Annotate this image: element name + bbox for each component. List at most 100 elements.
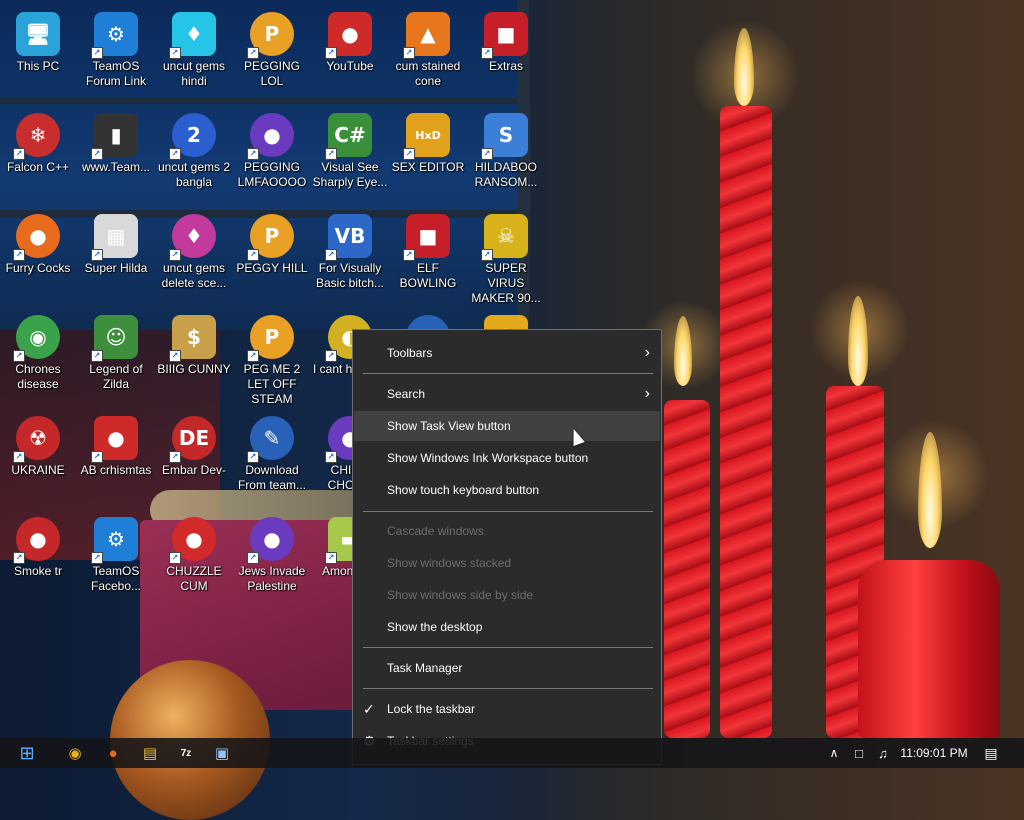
shortcut-arrow-icon: ↗ (325, 552, 337, 564)
candle-pillar (858, 560, 1000, 738)
desktop-icon[interactable]: P ↗ PEG ME 2 LET OFF STEAM (234, 309, 310, 409)
app-glyph-icon: ▮ (110, 123, 122, 147)
desktop-icon[interactable]: ▲ ↗ cum stained cone (390, 6, 466, 106)
desktop-icon[interactable]: ☺ ↗ Legend of Zilda (78, 309, 154, 409)
menu-item-label: Cascade windows (387, 524, 484, 538)
shortcut-app-icon: ●↗ (325, 12, 372, 59)
taskbar-firefox-button[interactable]: ● (98, 738, 128, 768)
menu-item-show-desktop[interactable]: Show the desktop (354, 612, 660, 642)
shortcut-arrow-icon: ↗ (325, 350, 337, 362)
start-button[interactable]: ⊞ (10, 738, 44, 768)
desktop-icon[interactable]: ● ↗ PEGGING LMFAOOOO (234, 107, 310, 207)
desktop-icon[interactable]: HxD ↗ SEX EDITOR (390, 107, 466, 207)
desktop-icon[interactable]: P ↗ PEGGY HILL (234, 208, 310, 308)
shortcut-arrow-icon: ↗ (403, 148, 415, 160)
desktop-icon-label: uncut gems delete sce... (161, 261, 227, 290)
menu-item-show-touch-keyboard[interactable]: Show touch keyboard button (354, 475, 660, 505)
shortcut-app-icon: ●↗ (247, 517, 294, 564)
menu-item-lock-taskbar[interactable]: ✓ Lock the taskbar (354, 694, 660, 724)
app-glyph-icon: ⚙ (107, 527, 125, 551)
app-glyph-icon: P (264, 224, 280, 248)
desktop-icon[interactable]: ☢ ↗ UKRAINE (0, 410, 76, 510)
desktop-icon[interactable]: 🖥 This PC (0, 6, 76, 106)
desktop-icon[interactable]: ⚙ ↗ TeamOS Forum Link (78, 6, 154, 106)
volume-icon: ♫ (878, 745, 888, 761)
desktop-icon-label: Chrones disease (15, 362, 61, 391)
shortcut-arrow-icon: ↗ (247, 451, 259, 463)
shortcut-app-icon: P ↗ (247, 12, 294, 59)
app-glyph-icon: ❄ (29, 123, 47, 147)
desktop-icon-label: For Visually Basic bitch... (315, 261, 385, 290)
shortcut-app-icon: ⚙ ↗ (91, 12, 138, 59)
desktop-icon[interactable]: ● ↗ YouTube (312, 6, 388, 106)
app-glyph-icon: S (498, 123, 514, 147)
taskbar-app-button[interactable]: ▣ (208, 738, 236, 768)
desktop-icon-label: Embar Dev- (161, 463, 226, 477)
shortcut-app-icon: ●↗ (169, 517, 216, 564)
shortcut-app-icon: ●↗ (91, 416, 138, 463)
desktop-icon[interactable]: ● ↗ AB crhismtas (78, 410, 154, 510)
volume-button[interactable]: ♫ (872, 738, 894, 768)
shortcut-app-icon: ☢ ↗ (13, 416, 60, 463)
menu-item-show-ink-workspace[interactable]: Show Windows Ink Workspace button (354, 443, 660, 473)
desktop-icon-label: UKRAINE (11, 463, 65, 477)
shortcut-arrow-icon: ↗ (325, 47, 337, 59)
chevron-up-icon: ∧ (829, 746, 839, 760)
taskbar-chrome-button[interactable]: ◉ (60, 738, 90, 768)
shortcut-app-icon: 🖥 (16, 12, 60, 56)
desktop-icon[interactable]: DE ↗ Embar Dev- (156, 410, 232, 510)
desktop-icon[interactable]: ● ↗ CHUZZLE CUM (156, 511, 232, 611)
desktop-icon[interactable]: C# ↗ Visual See Sharply Eye... (312, 107, 388, 207)
menu-item-label: Show windows stacked (387, 556, 512, 570)
taskbar-7zip-button[interactable]: 7z (172, 738, 200, 768)
desktop-icon[interactable]: ▮ ↗ www.Team... (78, 107, 154, 207)
desktop-icon[interactable]: ● ↗ Furry Cocks (0, 208, 76, 308)
network-icon: □ (855, 745, 863, 761)
taskbar-file-explorer-button[interactable]: ▤ (136, 738, 164, 768)
desktop-icon[interactable]: S ↗ HILDABOO RANSOM... (468, 107, 544, 207)
shortcut-app-icon: ●↗ (247, 113, 294, 160)
shortcut-app-icon: P ↗ (247, 214, 294, 261)
chevron-right-icon: › (644, 344, 650, 361)
desktop-icon-label: Legend of Zilda (89, 362, 143, 391)
monitor-icon: ▣ (214, 745, 230, 762)
shortcut-app-icon: ▦ ↗ (91, 214, 138, 261)
desktop-icon[interactable]: ● ↗ Smoke tr (0, 511, 76, 611)
desktop-icon-label: PEGGING LMFAOOOO (237, 160, 307, 189)
desktop-icon[interactable]: ◉ ↗ Chrones disease (0, 309, 76, 409)
shortcut-arrow-icon: ↗ (247, 552, 259, 564)
desktop-icon[interactable]: P ↗ PEGGING LOL (234, 6, 310, 106)
menu-item-label: Toolbars (387, 346, 433, 360)
menu-item-cascade-windows: Cascade windows (354, 516, 660, 546)
taskbar-clock[interactable]: 11:09:01 PM (896, 738, 972, 768)
desktop-icon[interactable]: $ ↗ BIIIG CUNNY (156, 309, 232, 409)
desktop-icon[interactable]: ✎ ↗ Download From team... (234, 410, 310, 510)
menu-separator (363, 647, 653, 648)
desktop-icon[interactable]: ■ ↗ ELF BOWLING (390, 208, 466, 308)
desktop-icon[interactable]: ⚙ ↗ TeamOS Facebo... (78, 511, 154, 611)
desktop-icon-label: uncut gems hindi (162, 59, 226, 88)
menu-item-task-manager[interactable]: Task Manager (354, 653, 660, 683)
desktop-icon[interactable]: ❄ ↗ Falcon C++ (0, 107, 76, 207)
shortcut-app-icon: ♦ ↗ (169, 12, 216, 59)
desktop-icon[interactable]: ☠ ↗ SUPER VIRUS MAKER 90... (468, 208, 544, 308)
action-center-button[interactable]: ▤ (980, 738, 1002, 768)
menu-item-search[interactable]: Search › (354, 379, 660, 409)
desktop-icon[interactable]: ● ↗ Jews Invade Palestine (234, 511, 310, 611)
menu-item-show-task-view[interactable]: Show Task View button (354, 411, 660, 441)
taskbar[interactable]: ⊞ ◉ ● ▤ 7z ▣ ∧ □ ♫ 11:09:01 PM ▤ (0, 738, 1024, 768)
desktop-icon[interactable]: 2 ↗ uncut gems 2 bangla (156, 107, 232, 207)
app-glyph-icon: ✎ (263, 426, 281, 450)
network-button[interactable]: □ (848, 738, 870, 768)
shortcut-arrow-icon: ↗ (169, 148, 181, 160)
desktop-icon-label: cum stained cone (395, 59, 461, 88)
desktop-icon[interactable]: ♦ ↗ uncut gems delete sce... (156, 208, 232, 308)
shortcut-arrow-icon: ↗ (481, 249, 493, 261)
shortcut-arrow-icon: ↗ (325, 249, 337, 261)
desktop-icon[interactable]: ■ ↗ Extras (468, 6, 544, 106)
menu-item-toolbars[interactable]: Toolbars › (354, 338, 660, 368)
desktop-icon[interactable]: ♦ ↗ uncut gems hindi (156, 6, 232, 106)
show-hidden-icons-button[interactable]: ∧ (824, 738, 844, 768)
desktop-icon[interactable]: VB ↗ For Visually Basic bitch... (312, 208, 388, 308)
desktop-icon[interactable]: ▦ ↗ Super Hilda (78, 208, 154, 308)
